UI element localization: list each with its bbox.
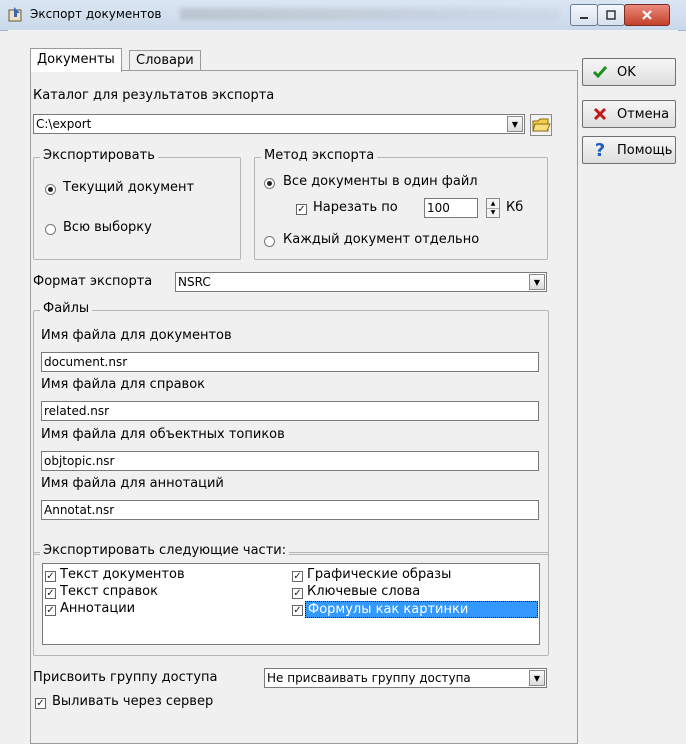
browse-folder-icon[interactable]: [530, 114, 552, 136]
objtopic-file-value: objtopic.nsr: [44, 454, 115, 468]
export-method-title: Метод экспорта: [261, 148, 378, 163]
radio-all-in-one-file[interactable]: [264, 178, 275, 189]
split-unit-label: Кб: [506, 200, 524, 215]
related-file-value: related.nsr: [44, 404, 110, 418]
help-button[interactable]: ? Помощь: [582, 136, 676, 164]
minimize-icon: [580, 17, 588, 19]
part-label-doc-text: Текст документов: [60, 567, 185, 582]
split-label: Нарезать по: [313, 200, 398, 215]
part-label-ref-text: Текст справок: [60, 584, 158, 599]
part-label-formulas-selected: Формулы как картинки: [305, 601, 538, 618]
format-label: Формат экспорта: [33, 274, 153, 289]
current-document-label: Текущий документ: [63, 180, 195, 195]
part-checkbox-ref-text[interactable]: ✓: [45, 588, 56, 599]
part-checkbox-doc-text[interactable]: ✓: [45, 571, 56, 582]
objtopic-file-input[interactable]: objtopic.nsr: [41, 451, 539, 471]
ok-button[interactable]: OK: [582, 58, 676, 86]
export-scope-group: [33, 157, 241, 260]
annotations-file-label: Имя файла для аннотаций: [41, 476, 224, 491]
split-size-spinner[interactable]: ▲ ▼: [486, 198, 500, 218]
chevron-down-icon: ▼: [533, 673, 541, 683]
access-label: Присвоить группу доступа: [33, 670, 218, 685]
files-group-title: Файлы: [40, 301, 93, 316]
access-dropdown-button[interactable]: ▼: [529, 670, 545, 686]
title-bar[interactable]: Экспорт документов: [0, 0, 686, 31]
related-file-label: Имя файла для справок: [41, 377, 206, 392]
part-label-keywords: Ключевые слова: [307, 584, 421, 599]
each-separately-label: Каждый документ отдельно: [283, 232, 480, 247]
tab-dictionaries[interactable]: Словари: [129, 50, 201, 71]
catalog-value: C:\export: [36, 117, 92, 131]
close-button[interactable]: [624, 4, 670, 26]
server-label: Выливать через сервер: [52, 694, 214, 709]
catalog-input[interactable]: C:\export: [33, 114, 525, 134]
window-title: Экспорт документов: [30, 7, 162, 21]
server-checkbox[interactable]: ✓: [35, 698, 46, 709]
annotations-file-input[interactable]: Annotat.nsr: [41, 500, 539, 520]
catalog-label: Каталог для результатов экспорта: [33, 88, 275, 103]
objtopic-file-label: Имя файла для объектных топиков: [41, 427, 285, 442]
split-size-value: 100: [427, 201, 450, 215]
split-checkbox[interactable]: ✓: [296, 204, 307, 215]
part-checkbox-annotations[interactable]: ✓: [45, 605, 56, 616]
cancel-button[interactable]: Отмена: [582, 100, 676, 128]
part-checkbox-formulas[interactable]: ✓: [292, 605, 303, 616]
catalog-dropdown-button[interactable]: ▼: [507, 116, 523, 132]
maximize-button[interactable]: [597, 4, 625, 26]
documents-file-value: document.nsr: [44, 355, 128, 369]
maximize-icon: [606, 10, 616, 20]
cancel-label: Отмена: [617, 106, 670, 122]
export-scope-title: Экспортировать: [40, 148, 158, 163]
title-blurred-text: [180, 8, 560, 20]
access-value: Не присваивать группу доступа: [267, 671, 471, 685]
help-question-icon: ?: [594, 139, 606, 161]
help-label: Помощь: [617, 142, 673, 158]
all-selection-label: Всю выборку: [63, 220, 152, 235]
dialog-client: Документы Словари Каталог для результато…: [8, 30, 678, 744]
annotations-file-value: Annotat.nsr: [44, 503, 115, 517]
documents-file-label: Имя файла для документов: [41, 328, 232, 343]
part-label-annotations: Аннотации: [60, 601, 136, 616]
part-label-images: Графические образы: [307, 567, 452, 582]
ok-label: OK: [617, 64, 636, 80]
export-app-icon: [8, 7, 22, 22]
radio-current-document[interactable]: [45, 184, 56, 195]
part-checkbox-images[interactable]: ✓: [292, 571, 303, 582]
cancel-x-icon: [591, 105, 609, 123]
documents-file-input[interactable]: document.nsr: [41, 352, 539, 372]
access-select[interactable]: Не присваивать группу доступа: [264, 668, 547, 688]
chevron-down-icon: ▼: [533, 277, 541, 287]
close-icon: [642, 10, 652, 20]
minimize-button[interactable]: [570, 4, 598, 26]
spin-down-icon[interactable]: ▼: [487, 208, 499, 217]
tab-documents[interactable]: Документы: [30, 48, 122, 72]
check-icon: [591, 63, 609, 81]
part-checkbox-keywords[interactable]: ✓: [292, 588, 303, 599]
split-size-input[interactable]: 100: [424, 198, 478, 218]
format-dropdown-button[interactable]: ▼: [529, 274, 545, 290]
format-value: NSRC: [178, 275, 211, 289]
related-file-input[interactable]: related.nsr: [41, 401, 539, 421]
chevron-down-icon: ▼: [511, 119, 519, 129]
radio-all-selection[interactable]: [45, 224, 56, 235]
parts-group-title: Экспортировать следующие части:: [40, 543, 290, 558]
radio-each-separately[interactable]: [264, 236, 275, 247]
format-select[interactable]: NSRC: [175, 272, 547, 292]
all-in-one-file-label: Все документы в один файл: [283, 174, 478, 189]
